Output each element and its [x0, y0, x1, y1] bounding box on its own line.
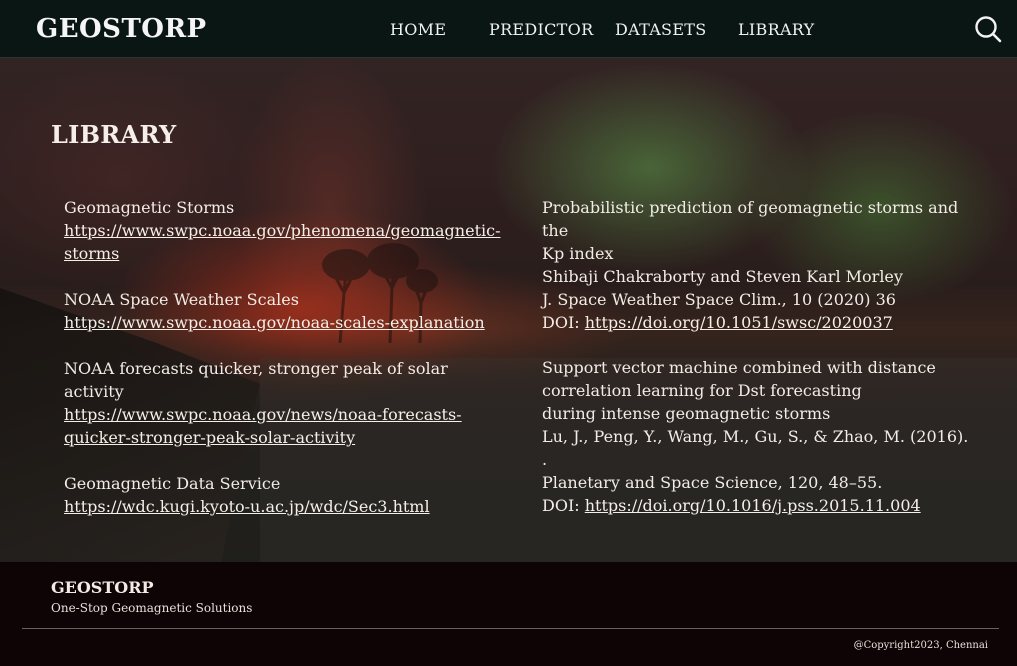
paper-title-line: Kp index [542, 244, 614, 263]
paper-entry: Probabilistic prediction of geomagnetic … [542, 196, 972, 334]
footer-tagline: One-Stop Geomagnetic Solutions [51, 601, 253, 615]
top-navbar: GEOSTORP HOME PREDICTOR DATASETS LIBRARY [0, 0, 1017, 58]
footer-brand: GEOSTORP [51, 578, 154, 597]
search-button[interactable] [973, 14, 1003, 44]
nav-datasets-link[interactable]: DATASETS [615, 20, 707, 39]
page-title: LIBRARY [51, 120, 177, 149]
paper-doi-row: DOI: https://doi.org/10.1051/swsc/202003… [542, 311, 972, 334]
nav-home-link[interactable]: HOME [390, 20, 446, 39]
library-hero-section: LIBRARY Geomagnetic Storms https://www.s… [0, 58, 1017, 562]
paper-title-line: Probabilistic prediction of geomagnetic … [542, 198, 959, 240]
paper-authors: Lu, J., Peng, Y., Wang, M., Gu, S., & Zh… [542, 427, 969, 469]
resource-title: Geomagnetic Data Service [64, 474, 281, 493]
resource-link[interactable]: https://www.swpc.noaa.gov/phenomena/geom… [64, 219, 504, 265]
site-footer: GEOSTORP One-Stop Geomagnetic Solutions … [0, 562, 1017, 666]
site-logo[interactable]: GEOSTORP [36, 14, 207, 44]
paper-title-line: Support vector machine combined with dis… [542, 358, 936, 377]
resource-link[interactable]: https://wdc.kugi.kyoto-u.ac.jp/wdc/Sec3.… [64, 495, 504, 518]
resource-entry: NOAA Space Weather Scales https://www.sw… [64, 288, 504, 334]
paper-title-line: correlation learning for Dst forecasting [542, 381, 862, 400]
doi-label: DOI: [542, 496, 585, 515]
resource-title: NOAA Space Weather Scales [64, 290, 299, 309]
link-line: quicker-stronger-peak-solar-activity [64, 428, 356, 447]
search-icon [975, 16, 1002, 43]
link-line: storms [64, 244, 120, 263]
doi-link[interactable]: https://doi.org/10.1016/j.pss.2015.11.00… [585, 496, 921, 515]
paper-authors: Shibaji Chakraborty and Steven Karl Morl… [542, 267, 903, 286]
resource-entry: NOAA forecasts quicker, stronger peak of… [64, 357, 504, 449]
footer-divider [22, 628, 999, 629]
resource-title: Geomagnetic Storms [64, 198, 235, 217]
resource-entry: Geomagnetic Data Service https://wdc.kug… [64, 472, 504, 518]
resource-entry: Geomagnetic Storms https://www.swpc.noaa… [64, 196, 504, 265]
link-line: https://www.swpc.noaa.gov/news/noaa-fore… [64, 405, 462, 424]
paper-entry: Support vector machine combined with dis… [542, 356, 972, 517]
doi-link[interactable]: https://doi.org/10.1051/swsc/2020037 [585, 313, 893, 332]
paper-title-line: during intense geomagnetic storms [542, 404, 831, 423]
nav-library-link[interactable]: LIBRARY [738, 20, 815, 39]
resource-link[interactable]: https://www.swpc.noaa.gov/news/noaa-fore… [64, 403, 504, 449]
link-line: https://www.swpc.noaa.gov/noaa-scales-ex… [64, 313, 485, 332]
link-line: https://www.swpc.noaa.gov/phenomena/geom… [64, 221, 501, 240]
doi-label: DOI: [542, 313, 585, 332]
web-resources-column: Geomagnetic Storms https://www.swpc.noaa… [64, 196, 504, 541]
paper-journal: Planetary and Space Science, 120, 48–55. [542, 473, 883, 492]
paper-journal: J. Space Weather Space Clim., 10 (2020) … [542, 290, 896, 309]
footer-copyright: @Copyright2023, Chennai [853, 640, 988, 651]
resource-link[interactable]: https://www.swpc.noaa.gov/noaa-scales-ex… [64, 311, 504, 334]
resource-title: NOAA forecasts quicker, stronger peak of… [64, 359, 448, 401]
paper-doi-row: DOI: https://doi.org/10.1016/j.pss.2015.… [542, 494, 972, 517]
nav-predictor-link[interactable]: PREDICTOR [489, 20, 593, 39]
papers-column: Probabilistic prediction of geomagnetic … [542, 196, 972, 539]
link-line: https://wdc.kugi.kyoto-u.ac.jp/wdc/Sec3.… [64, 497, 430, 516]
